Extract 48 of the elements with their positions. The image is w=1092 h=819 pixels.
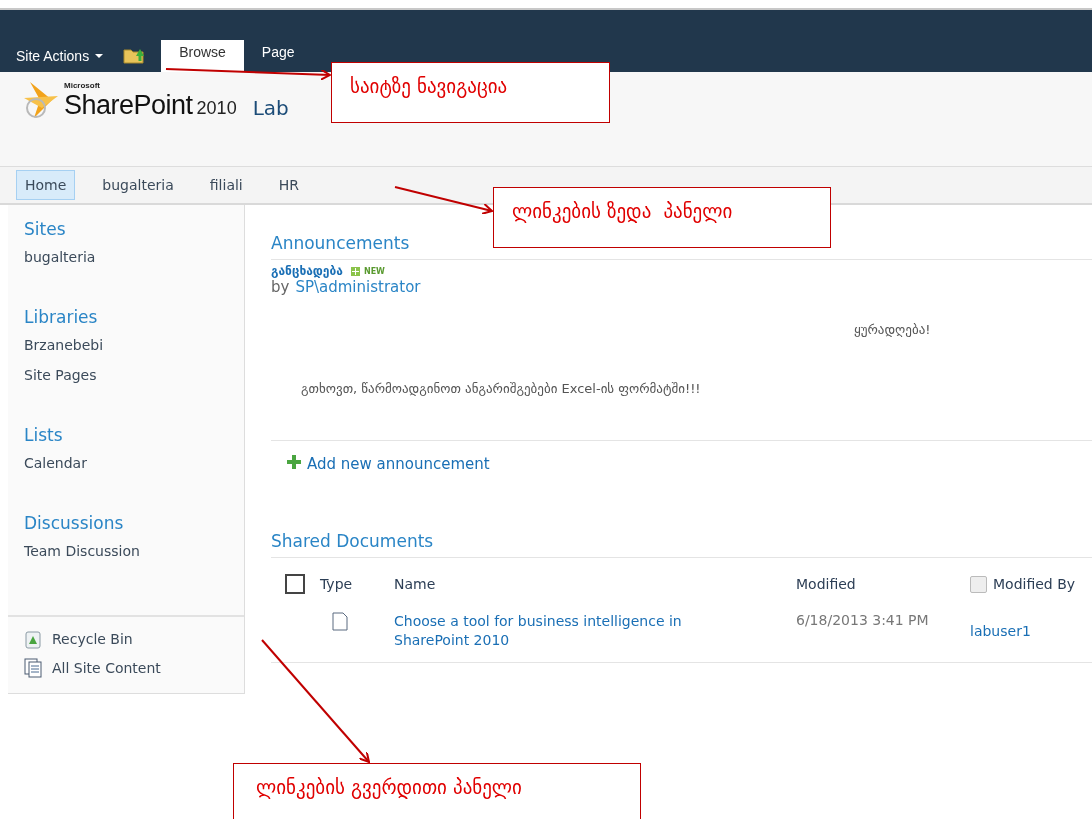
- section-title: Shared Documents: [271, 515, 1092, 558]
- microsoft-wordmark: Microsoft: [64, 82, 101, 90]
- column-header[interactable]: Modified By: [993, 576, 1076, 592]
- ribbon-tab[interactable]: Browse: [161, 40, 244, 72]
- top-nav-link[interactable]: filiali: [200, 170, 252, 200]
- column-header[interactable]: Name: [394, 576, 436, 592]
- new-label: NEW: [363, 266, 385, 276]
- sidebar-heading[interactable]: Discussions: [24, 513, 124, 533]
- sidebar-heading[interactable]: Sites: [24, 219, 66, 239]
- caret-icon: [95, 54, 104, 58]
- by-label: by: [271, 278, 290, 296]
- callout-box: ლინკების გვერდითი პანელი: [233, 763, 641, 819]
- top-nav-link[interactable]: HR: [269, 170, 309, 200]
- recycle-bin-icon: [24, 629, 42, 649]
- callout-box: საიტზე ნავიგაცია: [331, 62, 610, 123]
- sidebar-link[interactable]: Recycle Bin: [52, 631, 133, 647]
- new-star-icon: [350, 266, 360, 276]
- ribbon-tab[interactable]: Page: [243, 40, 313, 72]
- announcement-text: გთხოვთ, წარმოადგინოთ ანგარიშგებები Excel-ის ფორმატში!!!: [301, 381, 701, 396]
- sidebar-link[interactable]: Team Discussion: [24, 543, 140, 559]
- column-header[interactable]: Modified: [796, 576, 856, 592]
- top-nav-link[interactable]: Home: [16, 170, 76, 200]
- sidebar-link[interactable]: Site Pages: [24, 367, 97, 383]
- callout-box: ლინკების ზედა პანელი: [493, 187, 831, 248]
- document-icon: [332, 612, 348, 631]
- sidebar-heading[interactable]: Lists: [24, 425, 63, 445]
- documents-icon: [24, 658, 42, 678]
- sidebar-heading[interactable]: Libraries: [24, 307, 98, 327]
- plus-icon: [287, 455, 301, 469]
- site-actions-menu[interactable]: Site Actions: [16, 48, 104, 72]
- select-all-checkbox[interactable]: [285, 574, 305, 594]
- column-header[interactable]: Type: [320, 576, 353, 592]
- document-link[interactable]: Choose a tool for business intelligence in SharePoint 2010: [394, 612, 754, 650]
- product-version: 2010: [196, 98, 237, 119]
- announcement-text: ყურადღება!: [854, 322, 931, 337]
- sidebar-link[interactable]: All Site Content: [52, 660, 161, 676]
- column-filter-icon: [970, 575, 987, 593]
- author-link[interactable]: SP\administrator: [295, 278, 421, 296]
- user-link[interactable]: labuser1: [970, 622, 1031, 639]
- top-nav-link[interactable]: bugalteria: [93, 170, 183, 200]
- sidebar-link[interactable]: Calendar: [24, 455, 87, 471]
- sidebar-link[interactable]: Brzanebebi: [24, 337, 104, 353]
- sidebar-link[interactable]: bugalteria: [24, 249, 96, 265]
- announcement-title[interactable]: განცხადება: [271, 264, 343, 278]
- add-announcement-link[interactable]: Add new announcement: [307, 455, 490, 473]
- site-title[interactable]: Lab: [252, 96, 289, 120]
- product-name: SharePoint: [64, 90, 193, 121]
- table-cell: 6/18/2013 3:41 PM: [796, 612, 929, 628]
